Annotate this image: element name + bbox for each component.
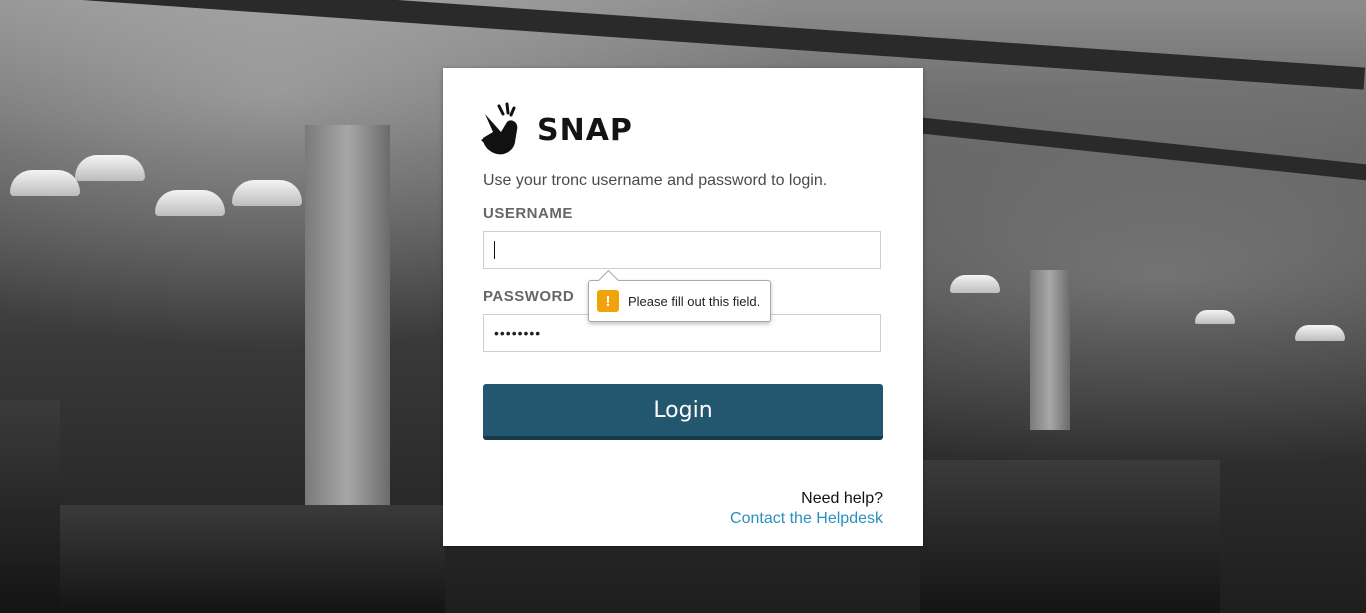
help-section: Need help? Contact the Helpdesk	[730, 489, 883, 529]
desk	[55, 505, 445, 613]
ceiling-beam	[900, 115, 1366, 181]
brand-logo: SNAP	[479, 102, 633, 158]
ceiling-lamp	[1195, 310, 1235, 324]
login-button[interactable]: Login	[483, 384, 883, 440]
desk	[0, 400, 60, 613]
ceiling-lamp	[950, 275, 1000, 293]
desk	[920, 460, 1220, 613]
ceiling-lamp	[1295, 325, 1345, 341]
ceiling-lamp	[155, 190, 225, 216]
brand-name: SNAP	[537, 112, 633, 148]
pillar	[1030, 270, 1070, 430]
username-label: USERNAME	[483, 205, 573, 222]
ceiling-lamp	[232, 180, 302, 206]
validation-tooltip: ! Please fill out this field.	[588, 269, 772, 322]
pillar	[305, 125, 390, 525]
warning-icon: !	[597, 290, 619, 312]
login-instructions: Use your tronc username and password to …	[483, 172, 828, 189]
help-question: Need help?	[801, 490, 883, 507]
snap-fingers-icon	[481, 102, 518, 155]
username-input[interactable]	[483, 231, 881, 269]
contact-helpdesk-link[interactable]: Contact the Helpdesk	[730, 509, 883, 529]
password-value: ••••••••	[494, 325, 542, 341]
ceiling-lamp	[75, 155, 145, 181]
password-label: PASSWORD	[483, 288, 575, 305]
text-caret	[494, 241, 495, 259]
ceiling-lamp	[10, 170, 80, 196]
validation-message: Please fill out this field.	[628, 293, 761, 309]
